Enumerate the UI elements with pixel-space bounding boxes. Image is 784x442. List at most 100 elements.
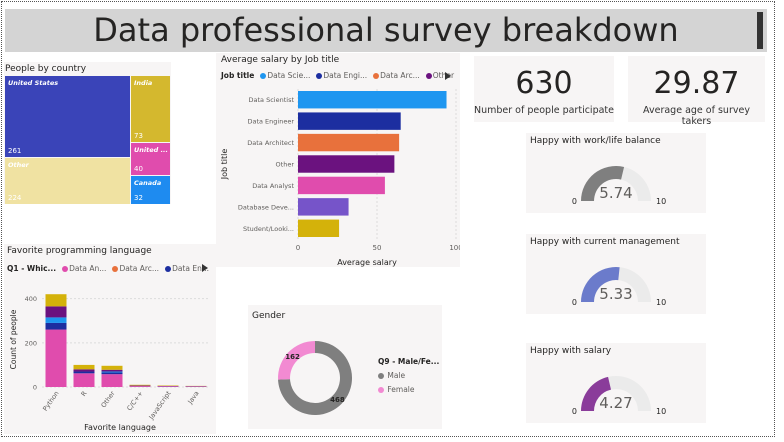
y-tick-label: Data Scientist [249, 96, 295, 104]
salary-bar [298, 91, 447, 109]
tile-label: United States [8, 79, 59, 87]
language-bar-segment [45, 294, 67, 307]
legend-swatch [378, 373, 384, 379]
treemap-tile-india[interactable]: India 73 [131, 76, 170, 142]
legend-label: Male [387, 371, 406, 380]
y-axis-title: Job title [220, 149, 229, 181]
gauge-chart-svg: 5.74 0 10 [572, 166, 666, 206]
x-tick-label: Java [186, 390, 201, 407]
y-tick-label: Other [276, 161, 295, 169]
salary-bar [298, 155, 395, 173]
language-bar-segment [45, 317, 67, 323]
language-bar-segment [101, 374, 123, 387]
country-treemap-visual[interactable]: People by country United States 261 Indi… [4, 62, 171, 204]
gauge-salary[interactable]: Happy with salary 4.27 0 10 [526, 343, 706, 423]
kpi-participants-label: Number of people participate [474, 105, 614, 116]
salary-bar-visual[interactable]: Average salary by Job title Job title Da… [216, 53, 460, 267]
language-bar-segment [101, 371, 123, 373]
language-bar-segment [73, 371, 95, 374]
kpi-age-value: 29.87 [653, 66, 740, 101]
tile-value: 261 [8, 147, 22, 155]
gauge-min-label: 0 [572, 298, 577, 307]
gauge-max-label: 10 [656, 197, 666, 206]
language-bar-segment [73, 364, 95, 370]
banner-accent-bar [757, 12, 763, 49]
gender-donut-visual[interactable]: Gender 468 162 Q9 - Male/Fe... Male Femal… [248, 305, 442, 429]
y-tick-label: 400 [25, 295, 37, 303]
legend-item-male[interactable]: Male [378, 371, 405, 380]
legend-swatch [378, 387, 384, 393]
x-tick-label: Other [99, 389, 116, 409]
title-banner: Data professional survey breakdown [5, 9, 767, 52]
donut-data-label: 162 [285, 353, 300, 361]
language-bar-segment [45, 322, 67, 330]
language-bar-segment [129, 384, 151, 386]
y-tick-label: 0 [33, 384, 37, 392]
language-bar-segment [101, 365, 123, 370]
legend-label: Female [387, 385, 415, 394]
gauge-value: 4.27 [599, 394, 632, 412]
tile-label: Canada [134, 179, 162, 187]
gauge-chart-svg: 4.27 0 10 [572, 376, 666, 416]
x-tick-label: JavaScript [147, 389, 173, 421]
donut-data-label: 468 [330, 396, 345, 404]
x-tick-label: R [79, 389, 88, 398]
salary-chart-svg: 0 50 100 Data Scientist Data Engineer Data Ar… [220, 89, 460, 267]
treemap-tile-canada[interactable]: Canada 32 [131, 176, 170, 204]
salary-bar [298, 176, 385, 195]
gauge-value: 5.33 [599, 285, 632, 303]
tile-value: 40 [134, 165, 143, 173]
y-tick-label: Student/Looki... [243, 225, 294, 233]
y-tick-label: Data Architect [247, 139, 294, 147]
x-tick-label: 100 [449, 244, 460, 252]
language-bar-segment [73, 369, 95, 372]
tile-label: India [134, 79, 153, 87]
gender-legend: Q9 - Male/Fe... Male Female [378, 357, 439, 394]
language-bar-segment [101, 369, 123, 372]
y-tick-label: Data Engineer [247, 118, 294, 126]
kpi-age-label: Average age of survey takers [643, 105, 750, 127]
treemap-tile-united-states[interactable]: United States 261 [5, 76, 130, 157]
salary-bar [298, 219, 340, 237]
x-tick-label: Python [41, 390, 60, 413]
tile-value: 224 [8, 194, 22, 202]
x-axis-title: Favorite language [84, 423, 156, 432]
legend-item-female[interactable]: Female [378, 385, 415, 394]
language-chart-svg: 0 200 400 Python R Other C/C++ JavaScript Java Fa… [9, 294, 210, 432]
legend-title: Q9 - Male/Fe... [378, 357, 440, 366]
gauge-value: 5.74 [599, 184, 632, 202]
language-bar-segment [45, 306, 67, 318]
gauge-min-label: 0 [572, 407, 577, 416]
kpi-card-average-age: 29.87 Average age of survey takers [628, 56, 765, 127]
x-axis-title: Average salary [337, 258, 397, 267]
language-bar-segment [157, 386, 179, 387]
language-bar-segment [45, 329, 67, 387]
language-bar-segment [101, 372, 123, 375]
gauge-work-life-balance[interactable]: Happy with work/life balance 5.74 0 10 [526, 133, 706, 213]
salary-bar [298, 198, 349, 216]
y-axis-title: Count of people [9, 309, 18, 369]
gauge-max-label: 10 [656, 407, 666, 416]
y-tick-label: Data Analyst [252, 182, 294, 190]
country-chart-title: People by country [5, 64, 87, 74]
language-bar-segment [129, 386, 151, 387]
language-bar-visual[interactable]: Favorite programming language Q1 - Whic.… [4, 244, 216, 434]
y-tick-label: 200 [25, 339, 37, 347]
gauge-max-label: 10 [656, 298, 666, 307]
x-tick-label: 0 [296, 244, 300, 252]
x-tick-label: C/C++ [125, 390, 144, 413]
kpi-card-participants: 630 Number of people participate [474, 56, 614, 122]
salary-bar [298, 112, 401, 130]
tile-label: Other [8, 161, 29, 169]
salary-bar [298, 133, 400, 152]
tile-value: 32 [134, 194, 143, 202]
treemap-tile-other[interactable]: Other 224 [5, 158, 130, 204]
gauge-current-management[interactable]: Happy with current management 5.33 0 10 [526, 234, 706, 314]
kpi-participants-value: 630 [515, 66, 573, 101]
tile-label: United ... [134, 146, 168, 154]
gauge-chart-svg: 5.33 0 10 [572, 267, 666, 307]
treemap-tile-united-kingdom[interactable]: United ... 40 [131, 143, 170, 175]
y-tick-label: Database Deve... [238, 203, 294, 211]
tile-value: 73 [134, 132, 143, 140]
language-bar-segment [73, 373, 95, 387]
